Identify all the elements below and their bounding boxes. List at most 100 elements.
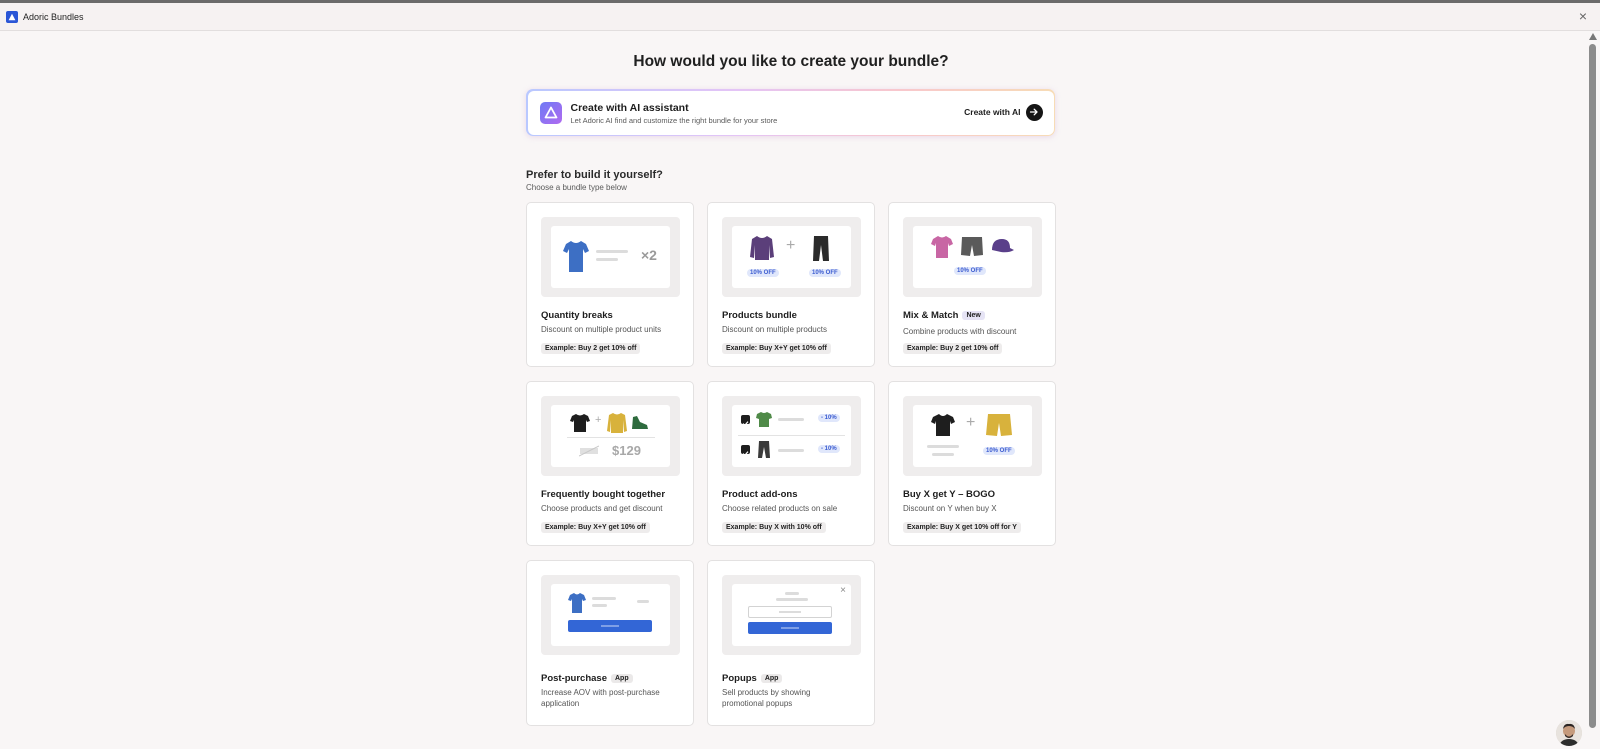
card-title: Products bundle bbox=[722, 310, 797, 321]
divider bbox=[738, 435, 845, 436]
discount-badge: 10% OFF bbox=[954, 267, 986, 275]
placeholder-line bbox=[592, 604, 607, 607]
tshirt-icon bbox=[756, 412, 772, 427]
new-badge: New bbox=[962, 311, 985, 320]
card-quantity-breaks[interactable]: ×2 Quantity breaks Discount on multiple … bbox=[526, 202, 694, 367]
tshirt-icon bbox=[931, 236, 953, 258]
card-example-badge: Example: Buy 2 get 10% off bbox=[541, 343, 641, 354]
placeholder-line bbox=[778, 418, 804, 421]
support-agent-avatar[interactable] bbox=[1556, 720, 1582, 746]
checkbox-icon bbox=[741, 445, 750, 457]
page-title: How would you like to create your bundle… bbox=[633, 53, 949, 70]
title-bar: Adoric Bundles × bbox=[0, 3, 1600, 31]
card-preview: × bbox=[722, 575, 861, 655]
card-description: Discount on multiple products bbox=[722, 325, 827, 334]
card-title: Post-purchase App bbox=[541, 673, 633, 684]
card-example-badge: Example: Buy 2 get 10% off bbox=[903, 343, 1003, 354]
placeholder-line bbox=[778, 449, 804, 452]
total-price: $129 bbox=[612, 443, 641, 458]
adoric-logo-icon bbox=[6, 10, 18, 23]
arrow-right-icon bbox=[1025, 103, 1043, 121]
card-description: Choose related products on sale bbox=[722, 504, 838, 513]
card-product-add-ons[interactable]: - 10% - 10% Product add-ons Choose relat… bbox=[707, 381, 875, 546]
discount-badge: 10% OFF bbox=[747, 269, 779, 277]
create-with-ai-card[interactable]: Create with AI assistant Let Adoric AI f… bbox=[526, 89, 1055, 136]
ai-card-title: Create with AI assistant bbox=[570, 101, 689, 114]
multiplier-label: ×2 bbox=[641, 247, 657, 263]
shorts-icon bbox=[986, 414, 1012, 436]
close-icon[interactable]: × bbox=[1579, 9, 1587, 23]
card-description: Sell products by showing promotional pop… bbox=[722, 688, 811, 708]
card-products-bundle[interactable]: + 10% OFF 10% OFF Products bundle Discou… bbox=[707, 202, 875, 367]
card-buy-x-get-y-bogo[interactable]: + 10% OFF Buy X get Y – BOGO Discount on… bbox=[888, 381, 1056, 546]
submit-button-preview bbox=[748, 622, 832, 634]
placeholder-line bbox=[927, 445, 959, 448]
cap-icon bbox=[992, 239, 1014, 253]
tshirt-icon bbox=[563, 241, 589, 272]
card-title: Mix & Match New bbox=[903, 310, 985, 321]
discount-badge: - 10% bbox=[818, 445, 840, 453]
window-title: Adoric Bundles bbox=[23, 11, 84, 22]
email-field-preview bbox=[748, 606, 832, 618]
sneaker-icon bbox=[632, 416, 648, 429]
card-preview: 10% OFF bbox=[903, 217, 1042, 297]
card-example-badge: Example: Buy X+Y get 10% off bbox=[722, 343, 831, 354]
placeholder-line bbox=[785, 592, 799, 595]
section-subtitle: Choose a bundle type below bbox=[526, 183, 627, 192]
card-title: Popups App bbox=[722, 673, 783, 684]
card-title: Quantity breaks bbox=[541, 310, 613, 321]
card-description: Increase AOV with post-purchase applicat… bbox=[541, 688, 660, 708]
plus-icon: + bbox=[966, 414, 976, 431]
placeholder-line bbox=[592, 597, 616, 600]
checkbox-icon bbox=[741, 415, 750, 427]
placeholder-line bbox=[596, 250, 628, 253]
card-preview: - 10% - 10% bbox=[722, 396, 861, 476]
discount-badge: 10% OFF bbox=[983, 447, 1015, 455]
card-preview: ×2 bbox=[541, 217, 680, 297]
card-title: Buy X get Y – BOGO bbox=[903, 489, 996, 500]
create-with-ai-label: Create with AI bbox=[964, 107, 1021, 117]
ai-logo-icon bbox=[539, 101, 562, 124]
plus-icon: + bbox=[595, 414, 602, 426]
card-popups[interactable]: × Popups App Sell products by showing pro… bbox=[707, 560, 875, 726]
tshirt-icon bbox=[568, 593, 586, 613]
sweater-icon bbox=[750, 236, 774, 260]
card-example-badge: Example: Buy X get 10% off for Y bbox=[903, 522, 1021, 533]
card-title: Product add-ons bbox=[722, 489, 798, 500]
app-badge: App bbox=[611, 674, 633, 683]
create-with-ai-button[interactable]: Create with AI bbox=[964, 103, 1043, 121]
scrollbar[interactable] bbox=[1589, 33, 1597, 749]
card-description: Combine products with discount bbox=[903, 327, 1017, 336]
placeholder-line bbox=[932, 453, 954, 456]
card-post-purchase[interactable]: Post-purchase App Increase AOV with post-… bbox=[526, 560, 694, 726]
placeholder-line bbox=[596, 258, 618, 261]
pants-icon bbox=[758, 441, 770, 458]
card-example-badge: Example: Buy X with 10% off bbox=[722, 522, 826, 533]
divider bbox=[567, 437, 655, 438]
card-description: Discount on Y when buy X bbox=[903, 504, 997, 513]
card-preview: + 10% OFF bbox=[903, 396, 1042, 476]
card-preview bbox=[541, 575, 680, 655]
placeholder-line bbox=[637, 600, 649, 603]
card-description: Choose products and get discount bbox=[541, 504, 663, 513]
card-frequently-bought-together[interactable]: + $129 Frequently bought together Choose… bbox=[526, 381, 694, 546]
sweater-icon bbox=[607, 413, 627, 433]
scrollbar-thumb[interactable] bbox=[1589, 44, 1596, 728]
discount-badge: 10% OFF bbox=[809, 269, 841, 277]
ai-card-subtitle: Let Adoric AI find and customize the rig… bbox=[570, 115, 778, 125]
plus-icon: + bbox=[786, 237, 796, 254]
card-example-badge: Example: Buy X+Y get 10% off bbox=[541, 522, 650, 533]
pants-icon bbox=[813, 236, 829, 261]
strikethrough-price-icon bbox=[579, 445, 599, 457]
card-mix-and-match[interactable]: 10% OFF Mix & Match New Combine products … bbox=[888, 202, 1056, 367]
tshirt-icon bbox=[931, 414, 955, 436]
accept-offer-button-preview bbox=[568, 620, 652, 632]
scroll-up-arrow-icon[interactable] bbox=[1589, 33, 1597, 40]
card-preview: + $129 bbox=[541, 396, 680, 476]
tshirt-icon bbox=[570, 414, 590, 432]
close-icon: × bbox=[840, 585, 846, 596]
app-badge: App bbox=[760, 674, 783, 683]
section-title: Prefer to build it yourself? bbox=[526, 169, 663, 181]
card-title: Frequently bought together bbox=[541, 489, 666, 500]
card-description: Discount on multiple product units bbox=[541, 325, 662, 334]
